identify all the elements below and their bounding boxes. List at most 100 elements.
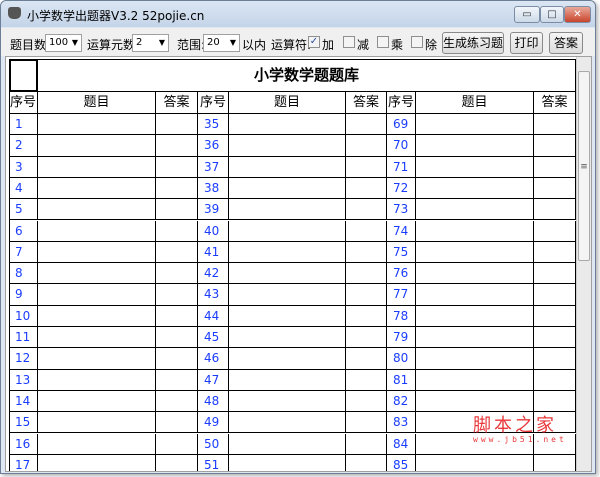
question-cell xyxy=(416,220,534,242)
serial-number-cell: 74 xyxy=(387,220,416,242)
answer-cell xyxy=(534,348,576,370)
serial-number-cell: 73 xyxy=(387,199,416,221)
answer-cell xyxy=(346,327,387,349)
question-cell xyxy=(416,454,534,471)
serial-number-cell: 35 xyxy=(198,114,229,136)
answer-cell xyxy=(346,263,387,285)
corner-box xyxy=(9,59,38,92)
answer-cell xyxy=(346,433,387,455)
question-cell xyxy=(229,135,346,157)
question-cell xyxy=(416,241,534,264)
serial-number-cell: 2 xyxy=(9,135,38,157)
answer-header: 答案 xyxy=(156,92,198,114)
serial-header: 序号 xyxy=(9,92,38,114)
scrollbar-thumb[interactable]: ≡ xyxy=(578,71,590,261)
range-select[interactable]: 20 ▼ xyxy=(203,34,240,52)
answer-cell xyxy=(156,305,198,327)
answer-cell xyxy=(534,284,576,306)
question-cell xyxy=(38,348,156,370)
serial-number-cell: 76 xyxy=(387,263,416,285)
answer-cell xyxy=(156,135,198,157)
minimize-button[interactable]: ▭ xyxy=(514,6,540,23)
serial-number-cell: 69 xyxy=(387,114,416,136)
question-cell xyxy=(38,156,156,178)
question-cell xyxy=(38,114,156,136)
subtract-checkbox[interactable] xyxy=(343,36,355,48)
answer-cell xyxy=(156,241,198,264)
print-button[interactable]: 打印 xyxy=(510,32,543,54)
answer-cell xyxy=(156,284,198,306)
question-cell xyxy=(38,369,156,391)
question-cell xyxy=(38,284,156,306)
operands-select[interactable]: 2 ▼ xyxy=(132,34,169,52)
answer-cell xyxy=(534,241,576,264)
question-cell xyxy=(38,177,156,200)
question-cell xyxy=(416,305,534,327)
serial-number-cell: 72 xyxy=(387,177,416,200)
question-cell xyxy=(38,135,156,157)
add-checkbox[interactable]: ✓ xyxy=(308,36,320,48)
answer-cell xyxy=(346,305,387,327)
question-cell xyxy=(38,199,156,221)
question-cell xyxy=(416,135,534,157)
multiply-checkbox[interactable] xyxy=(377,36,389,48)
serial-number-cell: 49 xyxy=(198,412,229,434)
question-cell xyxy=(229,369,346,391)
question-cell xyxy=(229,199,346,221)
serial-header: 序号 xyxy=(198,92,229,114)
question-cell xyxy=(416,199,534,221)
count-value: 100 xyxy=(49,37,69,48)
add-label: 加 xyxy=(322,38,335,52)
answer-cell xyxy=(346,412,387,434)
serial-number-cell: 37 xyxy=(198,156,229,178)
answer-cell xyxy=(346,199,387,221)
question-cell xyxy=(416,284,534,306)
answer-cell xyxy=(156,114,198,136)
serial-number-cell: 36 xyxy=(198,135,229,157)
answer-cell xyxy=(534,454,576,471)
serial-number-cell: 12 xyxy=(9,348,38,370)
serial-number-cell: 42 xyxy=(198,263,229,285)
answer-cell xyxy=(534,305,576,327)
question-cell xyxy=(229,156,346,178)
answer-cell xyxy=(534,390,576,413)
app-window: 小学数学出题器V3.2 52pojie.cn ▭ □ ✕ 题目数: 100 ▼ 运… xyxy=(0,0,596,474)
serial-number-cell: 15 xyxy=(9,412,38,434)
divide-checkbox[interactable] xyxy=(411,36,423,48)
answer-cell xyxy=(156,412,198,434)
answer-cell xyxy=(156,263,198,285)
answer-button[interactable]: 答案 xyxy=(549,32,583,54)
chevron-down-icon: ▼ xyxy=(71,38,78,47)
answer-cell xyxy=(346,454,387,471)
serial-number-cell: 75 xyxy=(387,241,416,264)
divide-label: 除 xyxy=(425,38,438,52)
question-cell xyxy=(416,348,534,370)
question-cell xyxy=(229,454,346,471)
vertical-scrollbar[interactable]: ≡ xyxy=(576,57,591,471)
answer-cell xyxy=(534,327,576,349)
serial-number-cell: 8 xyxy=(9,263,38,285)
serial-number-cell: 13 xyxy=(9,369,38,391)
answer-cell xyxy=(156,433,198,455)
subtract-label: 减 xyxy=(357,38,370,52)
serial-number-cell: 11 xyxy=(9,327,38,349)
serial-number-cell: 41 xyxy=(198,241,229,264)
serial-number-cell: 10 xyxy=(9,305,38,327)
operands-value: 2 xyxy=(136,37,143,48)
question-header: 题目 xyxy=(38,92,156,114)
serial-number-cell: 17 xyxy=(9,454,38,471)
answer-cell xyxy=(534,135,576,157)
count-select[interactable]: 100 ▼ xyxy=(45,34,82,52)
close-button[interactable]: ✕ xyxy=(564,6,591,23)
serial-number-cell: 85 xyxy=(387,454,416,471)
serial-number-cell: 48 xyxy=(198,390,229,413)
generate-button[interactable]: 生成练习题 xyxy=(442,32,504,54)
serial-number-cell: 47 xyxy=(198,369,229,391)
answer-cell xyxy=(534,369,576,391)
answer-cell xyxy=(156,369,198,391)
serial-number-cell: 5 xyxy=(9,199,38,221)
question-cell xyxy=(229,241,346,264)
answer-cell xyxy=(346,284,387,306)
maximize-button[interactable]: □ xyxy=(540,6,564,23)
title-bar: 小学数学出题器V3.2 52pojie.cn ▭ □ ✕ xyxy=(1,1,595,27)
